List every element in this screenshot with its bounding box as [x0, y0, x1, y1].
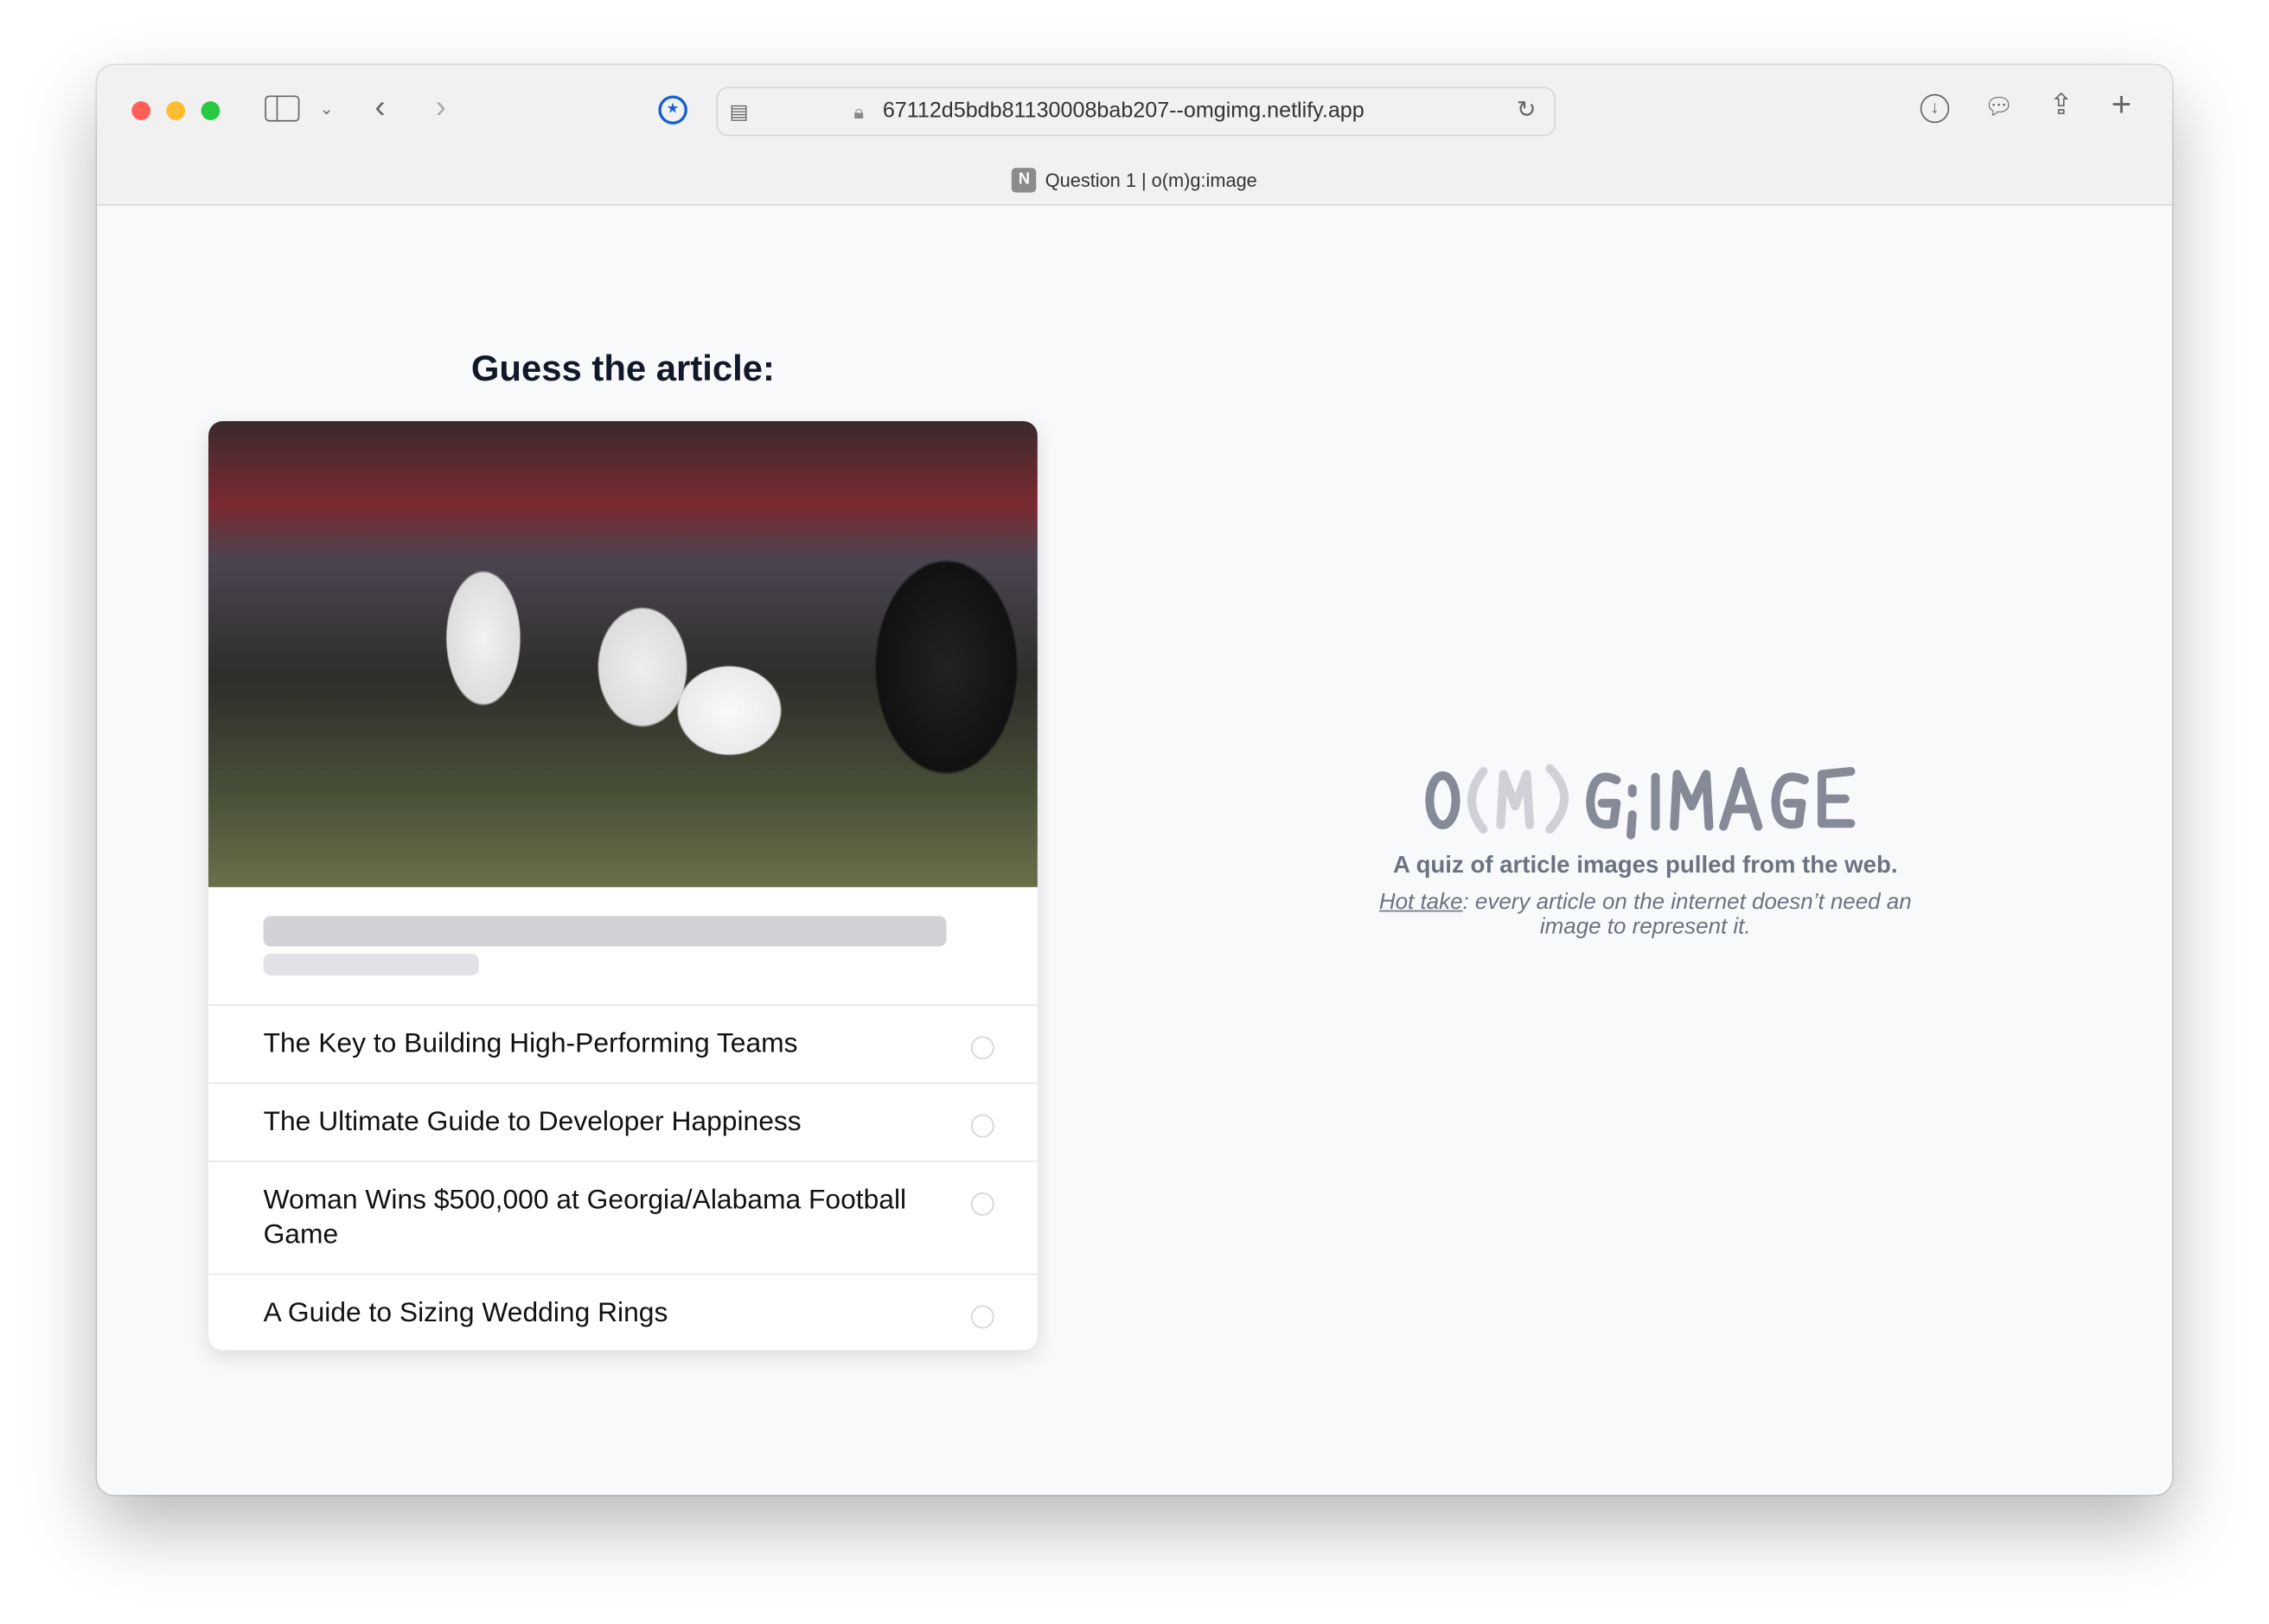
favicon: N [1012, 168, 1037, 193]
answer-radio[interactable] [970, 1305, 994, 1329]
sidebar-toggle-icon[interactable] [265, 95, 300, 122]
page-menu-icon[interactable]: ▤ [729, 97, 748, 125]
answer-label: Woman Wins $500,000 at Georgia/Alabama F… [263, 1185, 907, 1250]
quiz-card: The Key to Building High-Performing Team… [208, 420, 1038, 1351]
share-icon[interactable]: ⇪ [2049, 91, 2074, 119]
browser-toolbar: ⌄ ‹ › ★ ▤ 🔒︎ 67112d5bdb81130008bab207--o… [97, 65, 2172, 206]
forward-icon[interactable]: › [436, 91, 446, 123]
answer-option[interactable]: The Key to Building High-Performing Team… [208, 1004, 1038, 1084]
active-tab[interactable]: N Question 1 | o(m)g:image [97, 168, 2172, 193]
title-skeleton [263, 916, 947, 947]
page-heading: Guess the article: [470, 348, 776, 390]
translate-icon[interactable]: 💬︎ [1984, 94, 2013, 123]
answer-radio[interactable] [970, 1114, 994, 1138]
answer-radio[interactable] [970, 1192, 994, 1216]
answer-label: The Ultimate Guide to Developer Happines… [263, 1107, 802, 1138]
zoom-window-button[interactable] [201, 101, 221, 120]
answer-radio[interactable] [970, 1036, 994, 1060]
answer-option[interactable]: Woman Wins $500,000 at Georgia/Alabama F… [208, 1160, 1038, 1275]
tab-title: Question 1 | o(m)g:image [1045, 169, 1257, 192]
hot-take: Hot take: every article on the internet … [1313, 890, 1978, 939]
downloads-icon[interactable]: ↓ [1920, 93, 1950, 124]
close-window-button[interactable] [131, 101, 151, 120]
article-image [208, 420, 1038, 887]
privacy-report-icon[interactable]: ★ [658, 95, 687, 125]
url-text[interactable]: 67112d5bdb81130008bab207--omgimg.netlify… [883, 99, 1365, 123]
lock-icon: 🔒︎ [853, 101, 864, 124]
hot-take-text: : every article on the internet doesn’t … [1462, 890, 1912, 940]
omg-image-logo [1425, 764, 1856, 840]
address-bar[interactable]: ▤ 🔒︎ 67112d5bdb81130008bab207--omgimg.ne… [716, 86, 1556, 137]
browser-window: ⌄ ‹ › ★ ▤ 🔒︎ 67112d5bdb81130008bab207--o… [97, 65, 2172, 1495]
answer-option[interactable]: The Ultimate Guide to Developer Happines… [208, 1082, 1038, 1162]
answer-option[interactable]: A Guide to Sizing Wedding Rings [208, 1273, 1038, 1351]
minimize-window-button[interactable] [166, 101, 186, 120]
answer-label: A Guide to Sizing Wedding Rings [263, 1298, 668, 1329]
reload-icon[interactable]: ↻ [1517, 97, 1536, 125]
tagline: A quiz of article images pulled from the… [1392, 852, 1898, 879]
answer-label: The Key to Building High-Performing Team… [263, 1028, 798, 1060]
hot-take-link[interactable]: Hot take [1379, 890, 1463, 914]
new-tab-icon[interactable]: + [2112, 87, 2132, 122]
subtitle-skeleton [263, 953, 479, 975]
chevron-down-icon[interactable]: ⌄ [320, 95, 333, 124]
back-icon[interactable]: ‹ [374, 91, 385, 123]
